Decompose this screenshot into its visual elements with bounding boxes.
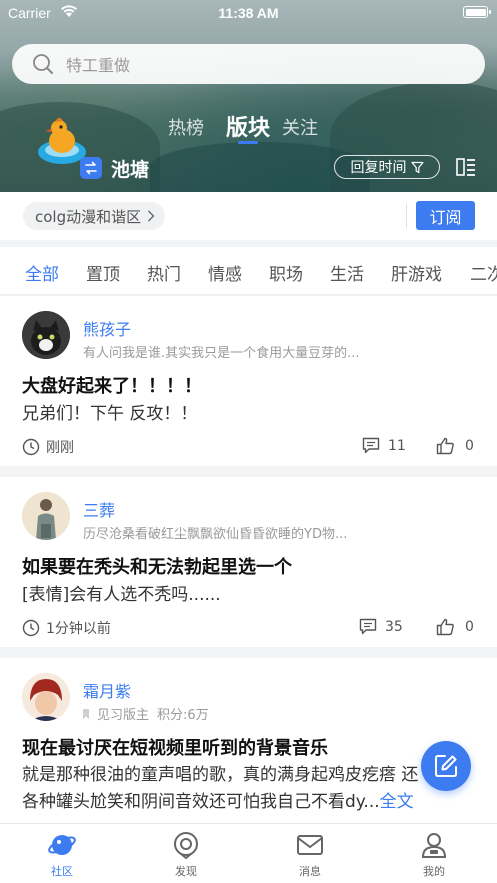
nav-community[interactable]: 社区	[32, 830, 92, 879]
post-body-line-1: 就是那种很油的童声唱的歌，真的满身起鸡皮疙瘩 还	[22, 765, 419, 785]
search-placeholder: 特工重做	[66, 56, 131, 75]
nav-discover[interactable]: 发现	[156, 830, 216, 879]
post-time: 1分钟以前	[22, 618, 111, 638]
time-label: 刚刚	[46, 440, 74, 456]
nav-label: 发现	[175, 865, 197, 878]
active-tab-indicator	[238, 141, 258, 144]
nav-label: 消息	[299, 865, 321, 878]
comment-icon	[362, 437, 380, 454]
user-icon	[421, 833, 447, 858]
comment-count[interactable]: 35	[359, 618, 403, 635]
sub-board-bar: colg动漫和谐区 订阅	[0, 192, 497, 240]
author-signature: 有人问我是谁.其实我只是一个食用大量豆芽的...	[83, 346, 360, 361]
category-life[interactable]: 生活	[330, 260, 364, 285]
comment-count-value: 35	[385, 618, 403, 635]
clock-icon	[22, 619, 40, 637]
time-label: 1分钟以前	[46, 621, 111, 637]
post-time: 刚刚	[22, 437, 74, 457]
like-count-value: 0	[465, 619, 474, 635]
avatar[interactable]	[22, 311, 70, 359]
post-card[interactable]: 熊孩子 有人问我是谁.其实我只是一个食用大量豆芽的... 大盘好起来了！！！！ …	[0, 296, 497, 466]
list-view-icon[interactable]	[456, 157, 476, 177]
edit-icon	[435, 755, 457, 777]
sort-button[interactable]: 回复时间	[334, 155, 440, 179]
category-workplace[interactable]: 职场	[269, 260, 303, 285]
post-title: 大盘好起来了！！！！	[22, 376, 202, 397]
author-signature: 历尽沧桑看破红尘飘飘欲仙昏昏欲睡的YD物...	[83, 527, 348, 542]
search-bar[interactable]: 特工重做	[12, 44, 485, 84]
sub-board-chip[interactable]: colg动漫和谐区	[23, 202, 166, 230]
sub-board-name: colg动漫和谐区	[35, 207, 142, 226]
post-body-text: 各种罐头尬笑和阴间音效还可怕我自己不看dy...	[22, 792, 380, 812]
points-label: 积分:6万	[157, 708, 209, 723]
post-title: 现在最讨厌在短视频里听到的背景音乐	[22, 738, 328, 759]
sort-label: 回复时间	[350, 160, 407, 176]
category-emotion[interactable]: 情感	[208, 260, 242, 285]
post-title: 如果要在秃头和无法勃起里选一个	[22, 557, 292, 578]
author-name[interactable]: 三葬	[83, 497, 115, 521]
switch-board-button[interactable]	[80, 157, 102, 179]
comment-count-value: 11	[388, 437, 406, 454]
post-body-line-2: 各种罐头尬笑和阴间音效还可怕我自己不看dy...全文	[22, 787, 414, 812]
full-text-link[interactable]: 全文	[380, 792, 414, 812]
category-pinned[interactable]: 置顶	[86, 260, 120, 285]
post-card[interactable]: 三葬 历尽沧桑看破红尘飘飘欲仙昏昏欲睡的YD物... 如果要在秃头和无法勃起里选…	[0, 477, 497, 647]
battery-icon	[463, 6, 491, 18]
status-bar: Carrier 11:38 AM	[0, 0, 497, 26]
thumbs-up-icon	[436, 618, 454, 636]
avatar[interactable]	[22, 673, 70, 721]
post-body: 兄弟们！下午 反攻！！	[22, 404, 198, 424]
badge-icon	[83, 708, 89, 719]
nav-messages[interactable]: 消息	[280, 830, 340, 879]
search-icon	[33, 54, 53, 74]
compass-icon	[174, 832, 198, 860]
like-count[interactable]: 0	[436, 437, 474, 455]
swap-icon	[85, 161, 97, 175]
planet-icon	[48, 835, 76, 855]
app-screen: Carrier 11:38 AM 特工重做 热榜 版块 关注 池塘 回复时间 c…	[0, 0, 497, 883]
category-games[interactable]: 肝游戏	[391, 260, 442, 285]
tab-hot[interactable]: 热榜	[168, 114, 204, 140]
tab-following[interactable]: 关注	[282, 114, 318, 140]
avatar[interactable]	[22, 492, 70, 540]
compose-post-button[interactable]	[421, 741, 471, 791]
bottom-navigation: 社区 发现 消息 我的	[0, 823, 497, 883]
category-tabs: 全部 置顶 热门 情感 职场 生活 肝游戏 二次	[0, 247, 497, 295]
comment-count[interactable]: 11	[362, 437, 406, 454]
like-count-value: 0	[465, 438, 474, 454]
chevron-right-icon	[148, 210, 155, 222]
category-all[interactable]: 全部	[25, 260, 59, 285]
board-name: 池塘	[111, 159, 150, 181]
author-rank: 见习版主 积分:6万	[83, 704, 209, 723]
post-body: [表情]会有人选不秃吗......	[22, 585, 221, 605]
author-name[interactable]: 霜月紫	[83, 678, 131, 702]
mail-icon	[297, 835, 323, 855]
tab-boards[interactable]: 版块	[226, 110, 270, 142]
divider	[406, 204, 407, 228]
like-count[interactable]: 0	[436, 618, 474, 636]
nav-label: 社区	[51, 865, 73, 878]
post-card[interactable]: 霜月紫 见习版主 积分:6万 现在最讨厌在短视频里听到的背景音乐 就是那种很油的…	[0, 658, 497, 823]
thumbs-up-icon	[436, 437, 454, 455]
subscribe-button[interactable]: 订阅	[416, 201, 475, 230]
nav-profile[interactable]: 我的	[404, 830, 464, 879]
anime-avatar-image	[22, 673, 70, 721]
clock: 11:38 AM	[218, 5, 279, 21]
filter-icon	[410, 161, 424, 173]
clock-icon	[22, 438, 40, 456]
comment-icon	[359, 618, 377, 635]
nav-label: 我的	[423, 865, 445, 878]
rank-label: 见习版主	[97, 708, 150, 723]
category-acg[interactable]: 二次	[470, 260, 497, 285]
author-name[interactable]: 熊孩子	[83, 316, 131, 340]
category-hot[interactable]: 热门	[147, 260, 181, 285]
person-avatar-image	[22, 492, 70, 540]
cat-avatar-image	[22, 311, 70, 359]
